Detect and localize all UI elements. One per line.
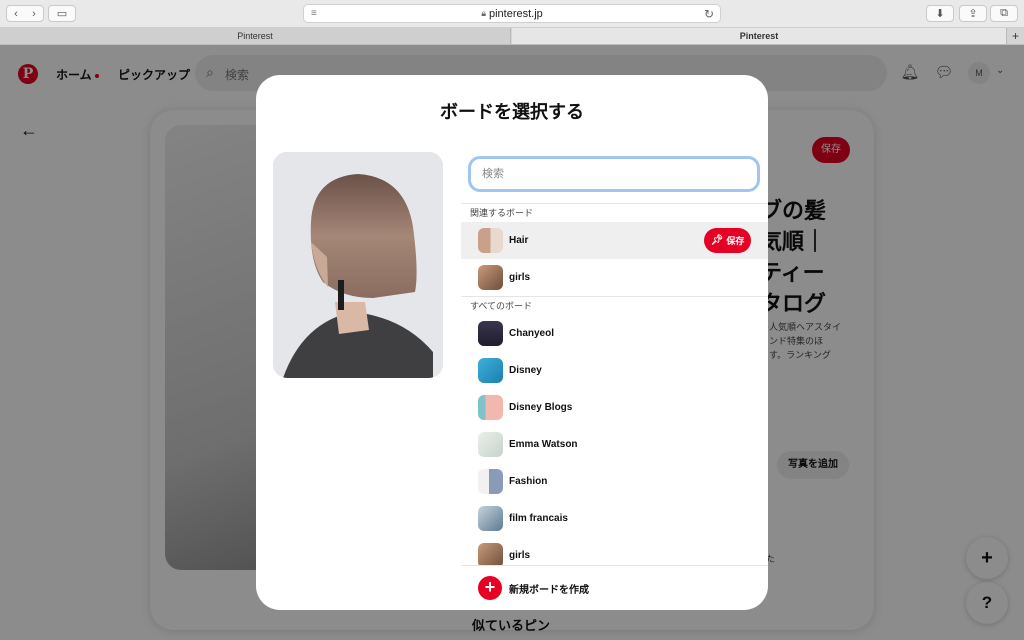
board-row-girls-related[interactable]: girls xyxy=(461,259,768,296)
plus-circle-icon: + xyxy=(478,576,502,600)
url-text: pinterest.jp xyxy=(488,7,543,20)
sidebar-toggle-icon[interactable]: ▭ xyxy=(48,5,76,22)
board-thumbnail xyxy=(478,543,503,565)
board-name: girls xyxy=(509,550,531,561)
download-icon[interactable]: ⬇ xyxy=(926,5,954,22)
modal-title: ボードを選択する xyxy=(440,102,584,122)
board-name: Disney Blogs xyxy=(509,402,573,413)
board-name: girls xyxy=(509,272,531,283)
reader-icon[interactable]: ≡ xyxy=(311,8,317,19)
tab-pinterest-1[interactable]: Pinterest xyxy=(0,28,511,44)
board-row-disney[interactable]: Disney xyxy=(461,352,768,389)
board-name: Emma Watson xyxy=(509,439,578,450)
board-name: Fashion xyxy=(509,476,548,487)
tab-bar: Pinterest Pinterest + xyxy=(0,28,1024,45)
hair-photo-illustration xyxy=(273,152,443,378)
board-row-emma-watson[interactable]: Emma Watson xyxy=(461,426,768,463)
board-thumbnail xyxy=(478,506,503,531)
board-search-input[interactable]: 検索 xyxy=(468,156,760,192)
board-row-fashion[interactable]: Fashion xyxy=(461,463,768,500)
save-label: 保存 xyxy=(726,236,745,246)
board-row-film-francais[interactable]: film francais xyxy=(461,500,768,537)
share-icon[interactable]: ⇪ xyxy=(959,5,987,22)
back-icon[interactable]: ‹ xyxy=(7,8,25,20)
create-board-button[interactable]: + 新規ボードを作成 xyxy=(461,565,768,610)
browser-toolbar: ‹ › ▭ ≡ 🔒︎ pinterest.jp ↻ ⬇ ⇪ ⧉ xyxy=(0,0,1024,28)
tab-pinterest-2[interactable]: Pinterest xyxy=(512,28,1006,44)
forward-icon[interactable]: › xyxy=(25,8,43,20)
tabs-overview-icon[interactable]: ⧉ xyxy=(990,5,1018,22)
board-thumbnail xyxy=(478,469,503,494)
board-name: Chanyeol xyxy=(509,328,555,339)
new-tab-icon[interactable]: + xyxy=(1006,28,1024,44)
create-board-label: 新規ボードを作成 xyxy=(509,584,589,596)
select-board-modal: ボードを選択する 検索 関連するボード Hair 📌︎ 保存 girls すべて… xyxy=(256,75,768,610)
pin-preview-image xyxy=(273,152,443,378)
board-thumbnail xyxy=(478,395,503,420)
all-boards-header: すべてのボード xyxy=(461,296,768,315)
board-thumbnail xyxy=(478,321,503,346)
back-forward-group: ‹ › xyxy=(6,5,44,22)
related-boards-header: 関連するボード xyxy=(461,203,768,222)
reload-icon[interactable]: ↻ xyxy=(704,7,714,21)
board-name: film francais xyxy=(509,513,568,524)
pin-icon: 📌︎ xyxy=(710,235,724,246)
address-bar[interactable]: ≡ 🔒︎ pinterest.jp ↻ xyxy=(303,4,721,23)
board-name: Disney xyxy=(509,365,542,376)
board-name: Hair xyxy=(509,235,529,246)
board-row-hair[interactable]: Hair 📌︎ 保存 xyxy=(461,222,768,259)
board-thumbnail xyxy=(478,228,503,253)
board-list[interactable]: 関連するボード Hair 📌︎ 保存 girls すべてのボード Chanyeo… xyxy=(461,203,768,565)
board-thumbnail xyxy=(478,265,503,290)
board-row-girls[interactable]: girls xyxy=(461,537,768,565)
lock-icon: 🔒︎ xyxy=(481,8,486,18)
board-thumbnail xyxy=(478,358,503,383)
board-thumbnail xyxy=(478,432,503,457)
save-to-board-button[interactable]: 📌︎ 保存 xyxy=(704,228,751,253)
board-row-chanyeol[interactable]: Chanyeol xyxy=(461,315,768,352)
board-row-disney-blogs[interactable]: Disney Blogs xyxy=(461,389,768,426)
